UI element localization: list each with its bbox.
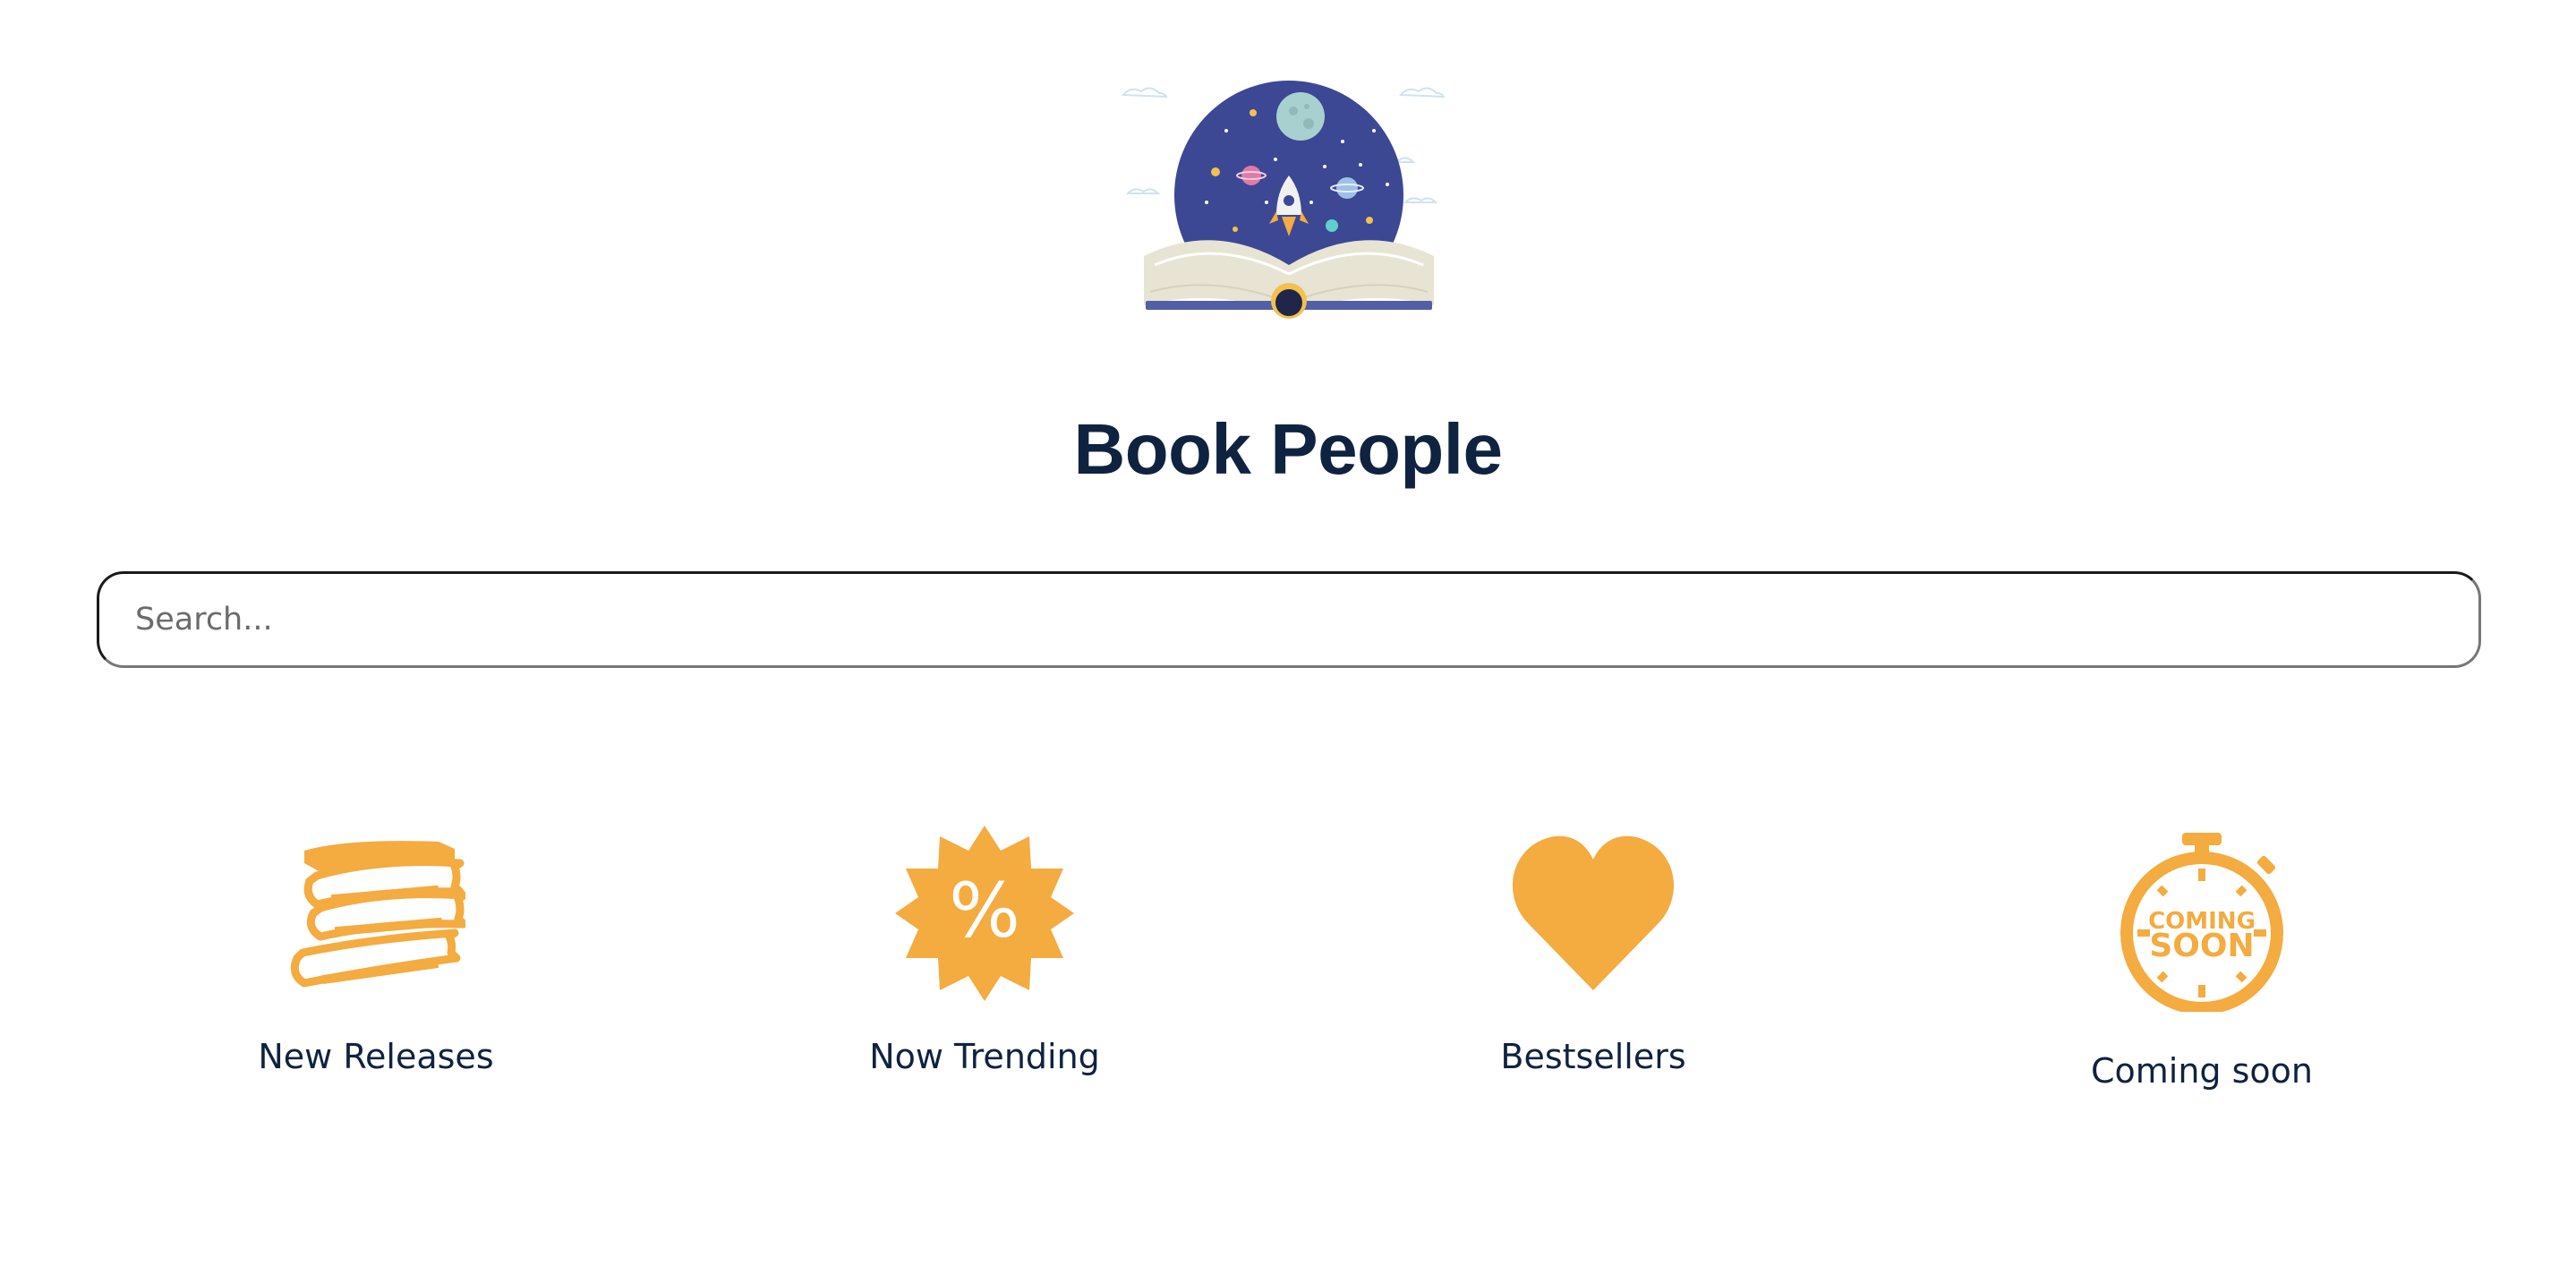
- svg-text:%: %: [949, 867, 1020, 954]
- category-label: Bestsellers: [1500, 1037, 1686, 1076]
- coming-soon-icon-text-line2: SOON: [2149, 928, 2254, 964]
- logo: [1119, 77, 1459, 324]
- category-label: New Releases: [258, 1037, 494, 1076]
- percent-badge-icon: %: [895, 824, 1074, 1003]
- search-bar[interactable]: [97, 571, 2481, 668]
- search-input[interactable]: [99, 574, 2478, 665]
- heart-icon: [1504, 824, 1683, 1003]
- category-label: Coming soon: [2090, 1051, 2314, 1091]
- stopwatch-coming-soon-icon: COMING SOON: [2112, 833, 2291, 1012]
- book-space-logo-icon: [1121, 81, 1446, 319]
- category-label: Now Trending: [869, 1037, 1100, 1076]
- home-page: Book People Search... New Releases % Now…: [0, 0, 2576, 1284]
- page-title: Book People: [1073, 409, 1503, 489]
- books-stack-icon: [286, 824, 465, 1003]
